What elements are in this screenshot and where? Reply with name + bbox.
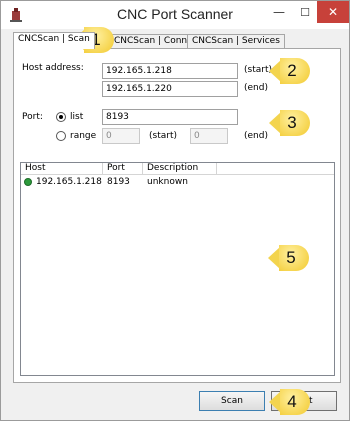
callout-3: 3: [269, 110, 310, 136]
host-start-suffix: (start): [244, 65, 272, 75]
status-ok-icon: [24, 178, 32, 186]
minimize-button[interactable]: —: [266, 1, 292, 23]
column-host[interactable]: Host: [21, 163, 103, 175]
host-start-input[interactable]: 192.165.1.218: [102, 63, 238, 79]
maximize-button[interactable]: ☐: [292, 1, 318, 23]
tab-services[interactable]: CNCScan | Services: [187, 34, 285, 48]
port-list-label: list: [70, 112, 84, 122]
close-button[interactable]: ✕: [317, 1, 349, 23]
results-header: Host Port Description: [21, 163, 334, 175]
app-window: CNC Port Scanner — ☐ ✕ CNCScan | Scan CN…: [0, 0, 350, 421]
scan-tab-panel: Host address: 192.165.1.218 (start) 192.…: [13, 48, 341, 383]
callout-4: 4: [269, 389, 310, 415]
callout-2: 2: [269, 58, 310, 84]
port-range-start-input[interactable]: 0: [102, 128, 140, 144]
column-filler: [217, 163, 334, 175]
port-range-label: range: [70, 131, 97, 141]
host-address-label: Host address:: [22, 63, 84, 73]
table-row[interactable]: 192.165.1.218 8193 unknown: [21, 176, 334, 188]
port-range-end-suffix: (end): [244, 131, 268, 141]
row-port: 8193: [107, 177, 130, 187]
row-description: unknown: [147, 177, 188, 187]
tab-scan[interactable]: CNCScan | Scan: [13, 32, 95, 49]
port-range-radio[interactable]: [56, 131, 66, 141]
scan-button[interactable]: Scan: [199, 391, 265, 411]
row-host: 192.165.1.218: [36, 177, 102, 187]
port-range-start-suffix: (start): [149, 131, 177, 141]
port-list-input[interactable]: 8193: [102, 109, 238, 125]
host-end-input[interactable]: 192.165.1.220: [102, 81, 238, 97]
column-port[interactable]: Port: [103, 163, 143, 175]
port-range-end-input[interactable]: 0: [190, 128, 228, 144]
callout-5: 5: [268, 245, 309, 271]
title-bar: CNC Port Scanner — ☐ ✕: [1, 1, 349, 29]
port-list-radio[interactable]: [56, 112, 66, 122]
host-end-suffix: (end): [244, 83, 268, 93]
port-label: Port:: [22, 112, 43, 122]
column-description[interactable]: Description: [143, 163, 217, 175]
